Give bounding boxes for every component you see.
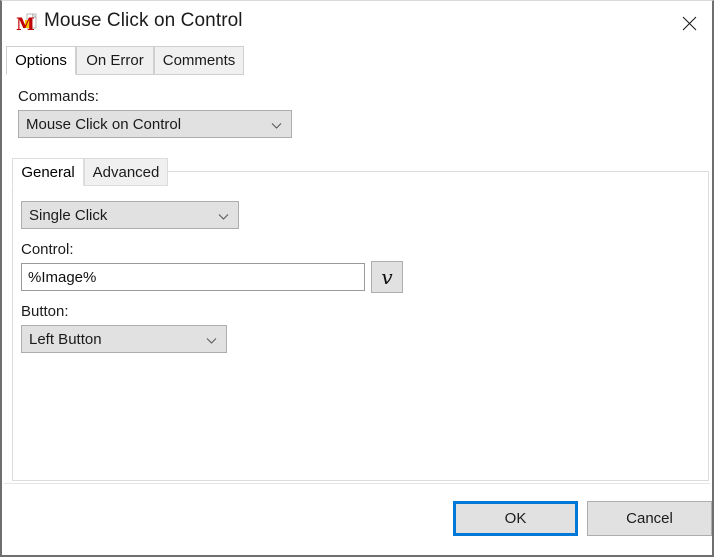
general-advanced-panel: General Advanced Single Click Control: %… bbox=[12, 171, 709, 481]
click-type-value: Single Click bbox=[29, 207, 107, 224]
dialog-footer: OK Cancel bbox=[4, 483, 710, 553]
chevron-down-icon bbox=[271, 118, 282, 129]
tab-general[interactable]: General bbox=[12, 158, 84, 186]
tab-comments[interactable]: Comments bbox=[154, 46, 244, 75]
tab-advanced[interactable]: Advanced bbox=[84, 158, 168, 186]
title-bar: M Mouse Click on Control bbox=[2, 1, 712, 46]
close-button[interactable] bbox=[666, 1, 712, 46]
control-label: Control: bbox=[21, 241, 74, 258]
tab-options[interactable]: Options bbox=[6, 46, 76, 75]
button-label: Button: bbox=[21, 303, 69, 320]
ok-button-label: OK bbox=[505, 510, 527, 527]
tab-comments-label: Comments bbox=[163, 52, 236, 69]
control-input-value: %Image% bbox=[28, 269, 96, 286]
svg-text:M: M bbox=[16, 15, 35, 35]
control-input[interactable]: %Image% bbox=[21, 263, 365, 291]
tab-on-error[interactable]: On Error bbox=[76, 46, 154, 75]
tab-options-label: Options bbox=[15, 52, 67, 69]
window-title: Mouse Click on Control bbox=[44, 10, 243, 32]
click-type-dropdown[interactable]: Single Click bbox=[21, 201, 239, 229]
commands-dropdown-value: Mouse Click on Control bbox=[26, 116, 181, 133]
tab-advanced-label: Advanced bbox=[93, 164, 160, 181]
cancel-button[interactable]: Cancel bbox=[587, 501, 712, 536]
dialog-window: M Mouse Click on Control Options On Erro… bbox=[0, 0, 714, 557]
macro-m-document-icon: M bbox=[14, 11, 40, 37]
close-icon bbox=[682, 16, 697, 31]
cancel-button-label: Cancel bbox=[626, 510, 673, 527]
ok-button[interactable]: OK bbox=[453, 501, 578, 536]
chevron-down-icon bbox=[218, 209, 229, 220]
options-pane: Commands: Mouse Click on Control General… bbox=[4, 75, 710, 553]
main-tab-strip: Options On Error Comments bbox=[4, 46, 710, 76]
mouse-button-dropdown[interactable]: Left Button bbox=[21, 325, 227, 353]
control-variable-button-label: v bbox=[381, 265, 392, 289]
mouse-button-value: Left Button bbox=[29, 331, 102, 348]
tab-general-label: General bbox=[21, 164, 74, 181]
commands-label: Commands: bbox=[18, 88, 99, 105]
chevron-down-icon bbox=[206, 333, 217, 344]
control-variable-button[interactable]: v bbox=[371, 261, 403, 293]
tab-on-error-label: On Error bbox=[86, 52, 144, 69]
commands-dropdown[interactable]: Mouse Click on Control bbox=[18, 110, 292, 138]
